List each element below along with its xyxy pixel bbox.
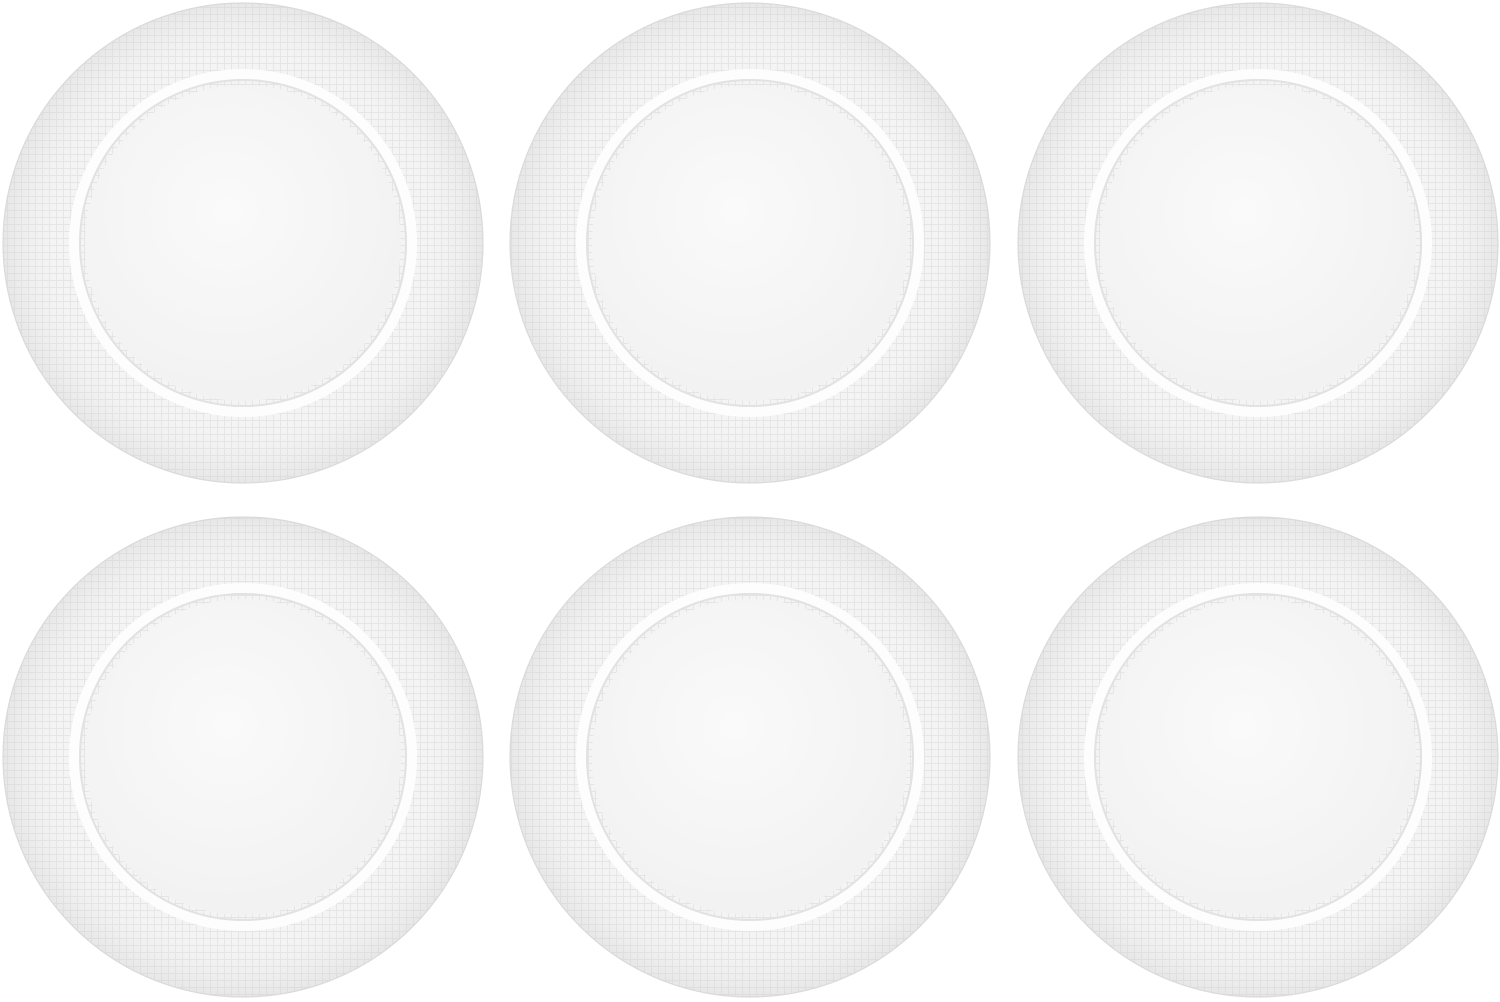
plate-well	[592, 599, 908, 915]
product-photo	[0, 0, 1500, 1002]
plate-well	[85, 599, 401, 915]
plate-1	[2, 2, 484, 484]
plate-3	[1017, 2, 1499, 484]
plate-4	[2, 516, 484, 998]
plate-2	[509, 2, 991, 484]
plate-5	[509, 516, 991, 998]
plate-well	[85, 85, 401, 401]
plate-well	[1100, 599, 1416, 915]
plate-well	[592, 85, 908, 401]
plates-grid	[2, 2, 1499, 998]
plate-well	[1100, 85, 1416, 401]
plate-6	[1017, 516, 1499, 998]
